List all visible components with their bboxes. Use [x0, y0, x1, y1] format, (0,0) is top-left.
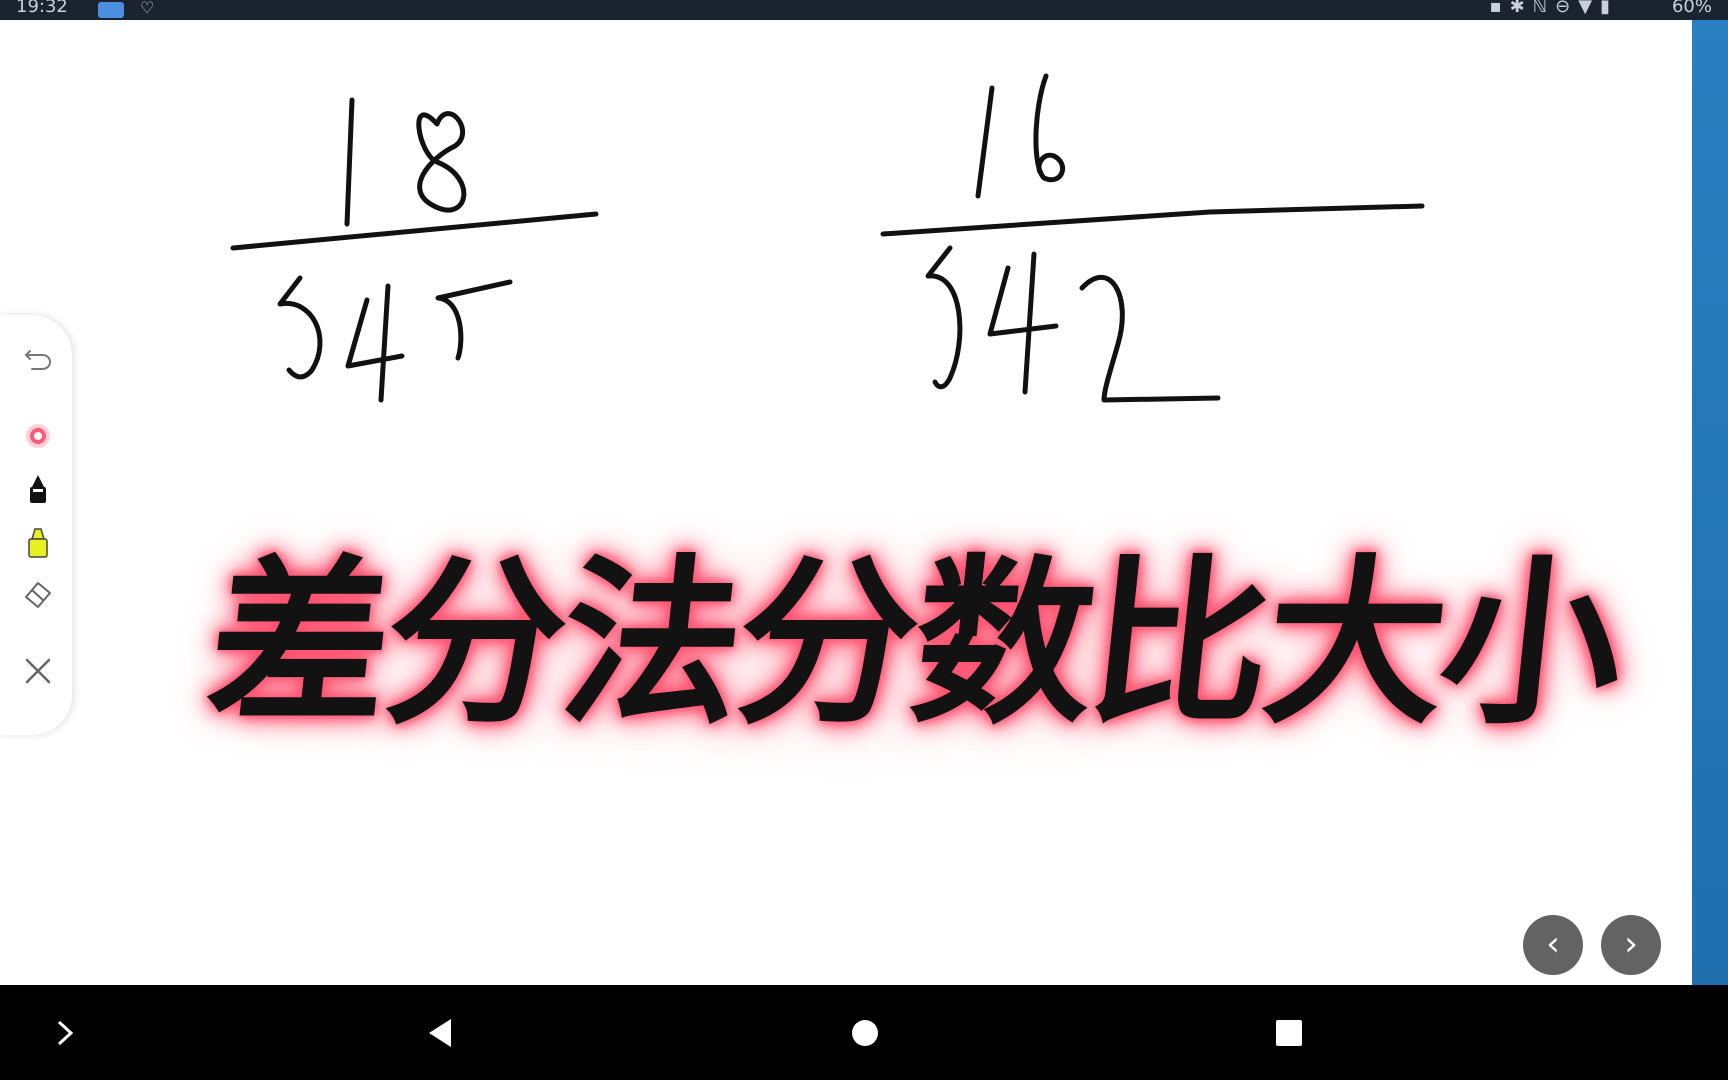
undo-icon[interactable]	[22, 343, 54, 375]
laser-pointer-icon[interactable]	[22, 420, 54, 452]
fraction-2-numerator	[975, 73, 1066, 199]
home-icon[interactable]	[840, 985, 890, 1080]
fraction-2-denominator	[925, 245, 1221, 403]
expand-icon[interactable]	[40, 985, 90, 1080]
highlighter-icon[interactable]	[22, 527, 54, 559]
handwritten-fractions	[230, 73, 1425, 403]
eraser-icon[interactable]	[22, 577, 54, 609]
status-icons: ▪✱ℕ⊖▼▮	[1489, 0, 1618, 17]
fraction-1-bar	[230, 211, 599, 251]
status-time: 19:32	[16, 0, 68, 17]
nav-bar-edge	[1692, 985, 1728, 1080]
next-page-button[interactable]: ›	[1601, 915, 1661, 975]
app-icon	[98, 2, 124, 18]
recents-icon[interactable]	[1264, 985, 1314, 1080]
whiteboard-canvas[interactable]: 差分法分数比大小 ‹ ›	[0, 20, 1692, 985]
video-title: 差分法分数比大小	[199, 540, 1630, 749]
android-nav-bar	[0, 985, 1728, 1080]
fraction-2-bar	[880, 203, 1425, 237]
fraction-1-numerator	[344, 97, 467, 227]
battery-level: 60%	[1671, 0, 1712, 17]
close-icon[interactable]	[22, 655, 54, 687]
vpn-icon: ♡	[140, 0, 155, 17]
fraction-1-denominator	[277, 275, 513, 403]
back-icon[interactable]	[415, 985, 465, 1080]
status-bar: 19:32 ♡ ▪✱ℕ⊖▼▮ 60%	[0, 0, 1728, 20]
side-panel-edge	[1692, 20, 1728, 985]
pen-icon[interactable]	[22, 473, 54, 505]
drawing-toolbar	[0, 315, 72, 735]
prev-page-button[interactable]: ‹	[1523, 915, 1583, 975]
